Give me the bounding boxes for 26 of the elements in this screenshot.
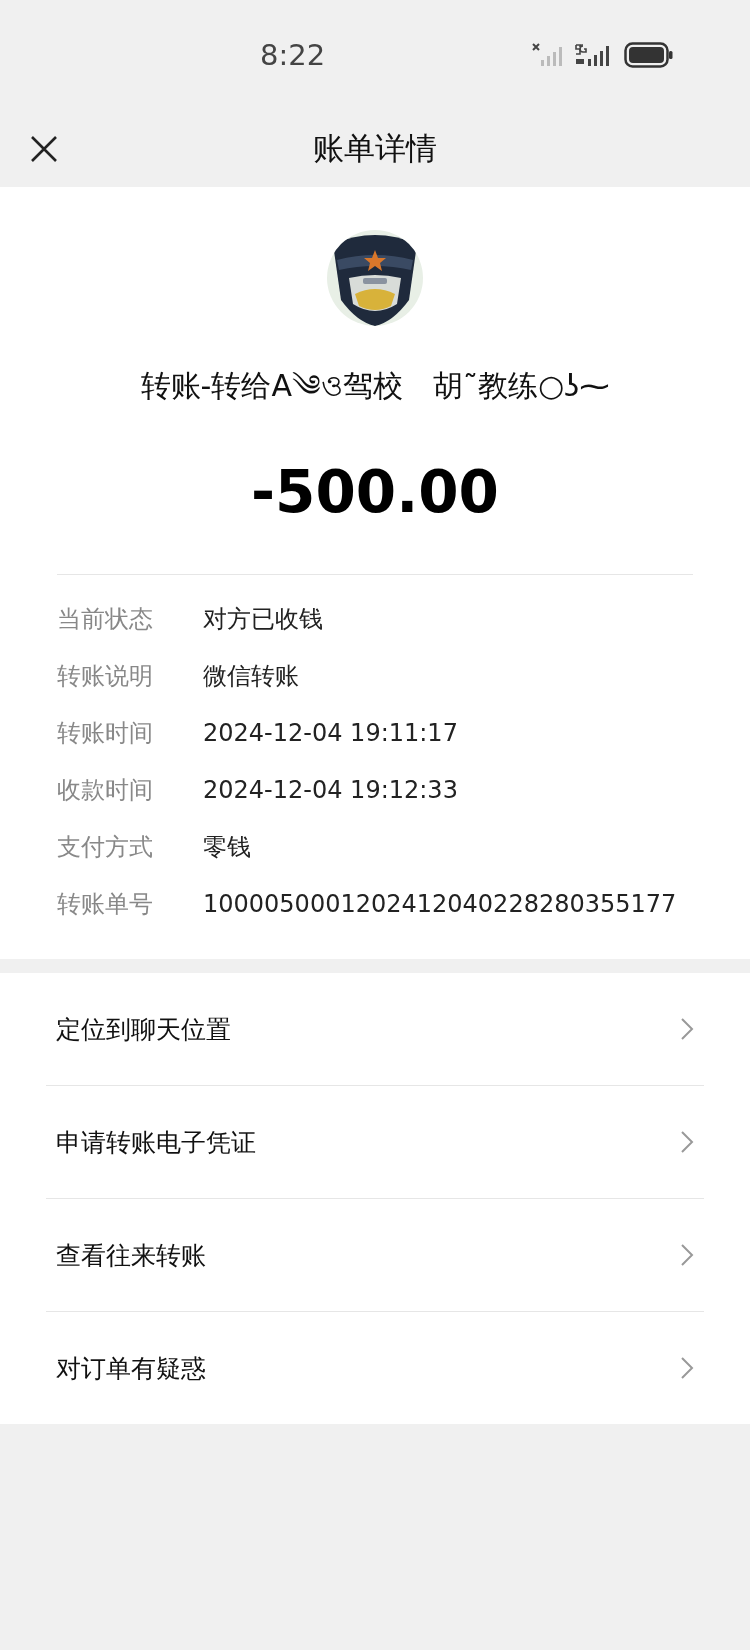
chevron-right-icon [680, 1356, 694, 1380]
page-title: 账单详情 [312, 128, 438, 168]
detail-value: 对方已收钱 [203, 604, 323, 635]
chevron-right-icon [680, 1017, 694, 1041]
battery-icon [624, 42, 674, 68]
transfer-title: 转账-转给A༄ও驾校 胡˜教练○ʖ⁓ [140, 367, 610, 405]
chevron-right-icon [680, 1130, 694, 1154]
menu-item[interactable]: 查看往来转账 [46, 1199, 704, 1312]
detail-label: 收款时间 [57, 775, 154, 806]
detail-value: 2024-12-04 19:11:17 [203, 719, 458, 747]
detail-label: 当前状态 [57, 604, 154, 635]
menu-item[interactable]: 对订单有疑惑 [46, 1312, 704, 1424]
close-icon [30, 134, 58, 163]
detail-label: 转账说明 [57, 661, 154, 692]
menu-item[interactable]: 定位到聊天位置 [46, 973, 704, 1086]
detail-label: 支付方式 [57, 832, 154, 863]
detail-value: 微信转账 [203, 661, 299, 692]
detail-value: 2024-12-04 19:12:33 [203, 776, 458, 804]
detail-value: 零钱 [203, 832, 251, 863]
clock-time: 8:22 [260, 38, 326, 72]
detail-value: 1000050001202412040228280355177 [203, 890, 677, 918]
detail-label: 转账单号 [57, 889, 154, 920]
menu-item[interactable]: 申请转账电子凭证 [46, 1086, 704, 1199]
chevron-right-icon [680, 1243, 694, 1267]
amount-text: -500.00 [251, 458, 499, 526]
detail-label: 转账时间 [57, 718, 154, 749]
